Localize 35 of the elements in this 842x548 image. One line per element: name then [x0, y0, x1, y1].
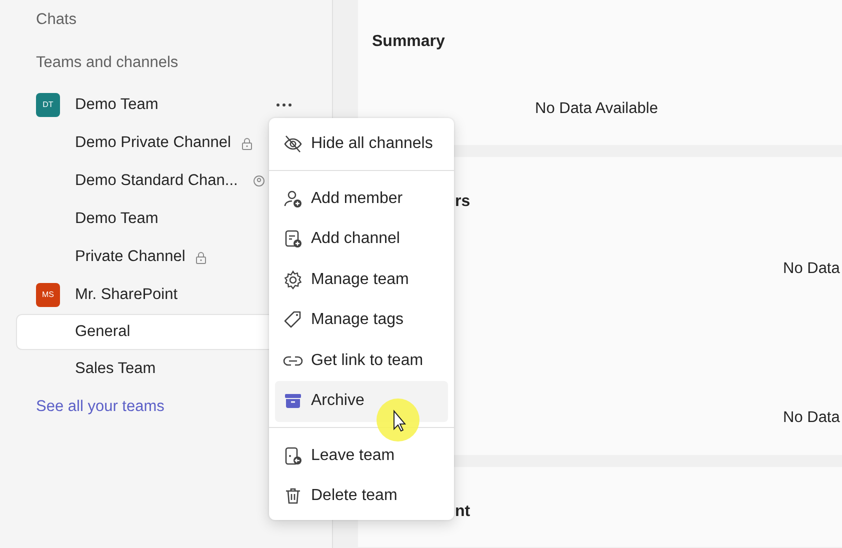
lock-icon	[240, 136, 253, 150]
no-data-text: No Data	[783, 408, 840, 428]
team-name[interactable]: Mr. SharePoint	[75, 283, 178, 307]
menu-item[interactable]: Manage team	[275, 260, 448, 300]
menu-item[interactable]: Delete team	[275, 476, 448, 516]
card-title: rs	[455, 192, 470, 212]
channel-name[interactable]: Demo Standard Chan...	[75, 169, 238, 193]
team-name[interactable]: Demo Team	[75, 93, 158, 117]
cursor-icon	[376, 398, 420, 442]
channel-name[interactable]: Sales Team	[75, 357, 156, 381]
shared-channel-icon	[252, 175, 265, 187]
menu-item[interactable]: Add channel	[275, 219, 448, 260]
team-avatar: MS	[36, 283, 60, 307]
menu-item-icon	[283, 270, 303, 290]
menu-item-icon	[283, 486, 303, 506]
channel-name: General	[75, 322, 130, 342]
no-data-text: No Data Available	[535, 99, 658, 119]
see-all-teams-link[interactable]: See all your teams	[36, 395, 164, 419]
menu-item-icon	[283, 134, 303, 154]
menu-item[interactable]: Hide all channels	[275, 124, 448, 164]
card-title: Summary	[372, 32, 445, 52]
section-title: Teams and channels	[36, 53, 178, 74]
menu-item-icon	[283, 310, 303, 330]
channel-name[interactable]: Demo Private Channel	[75, 131, 231, 155]
menu-item-icon	[283, 446, 303, 466]
menu-item-icon	[283, 188, 303, 209]
lock-icon	[195, 250, 208, 264]
channel-name[interactable]: Private Channel	[75, 245, 186, 269]
menu-item-icon	[283, 229, 303, 250]
no-data-text: No Data	[783, 259, 840, 279]
card-title: nt	[455, 502, 470, 522]
channel-name[interactable]: Demo Team	[75, 207, 158, 231]
chats-label[interactable]: Chats	[36, 8, 76, 32]
team-avatar: DT	[36, 93, 60, 117]
menu-item[interactable]: Add member	[275, 178, 448, 219]
